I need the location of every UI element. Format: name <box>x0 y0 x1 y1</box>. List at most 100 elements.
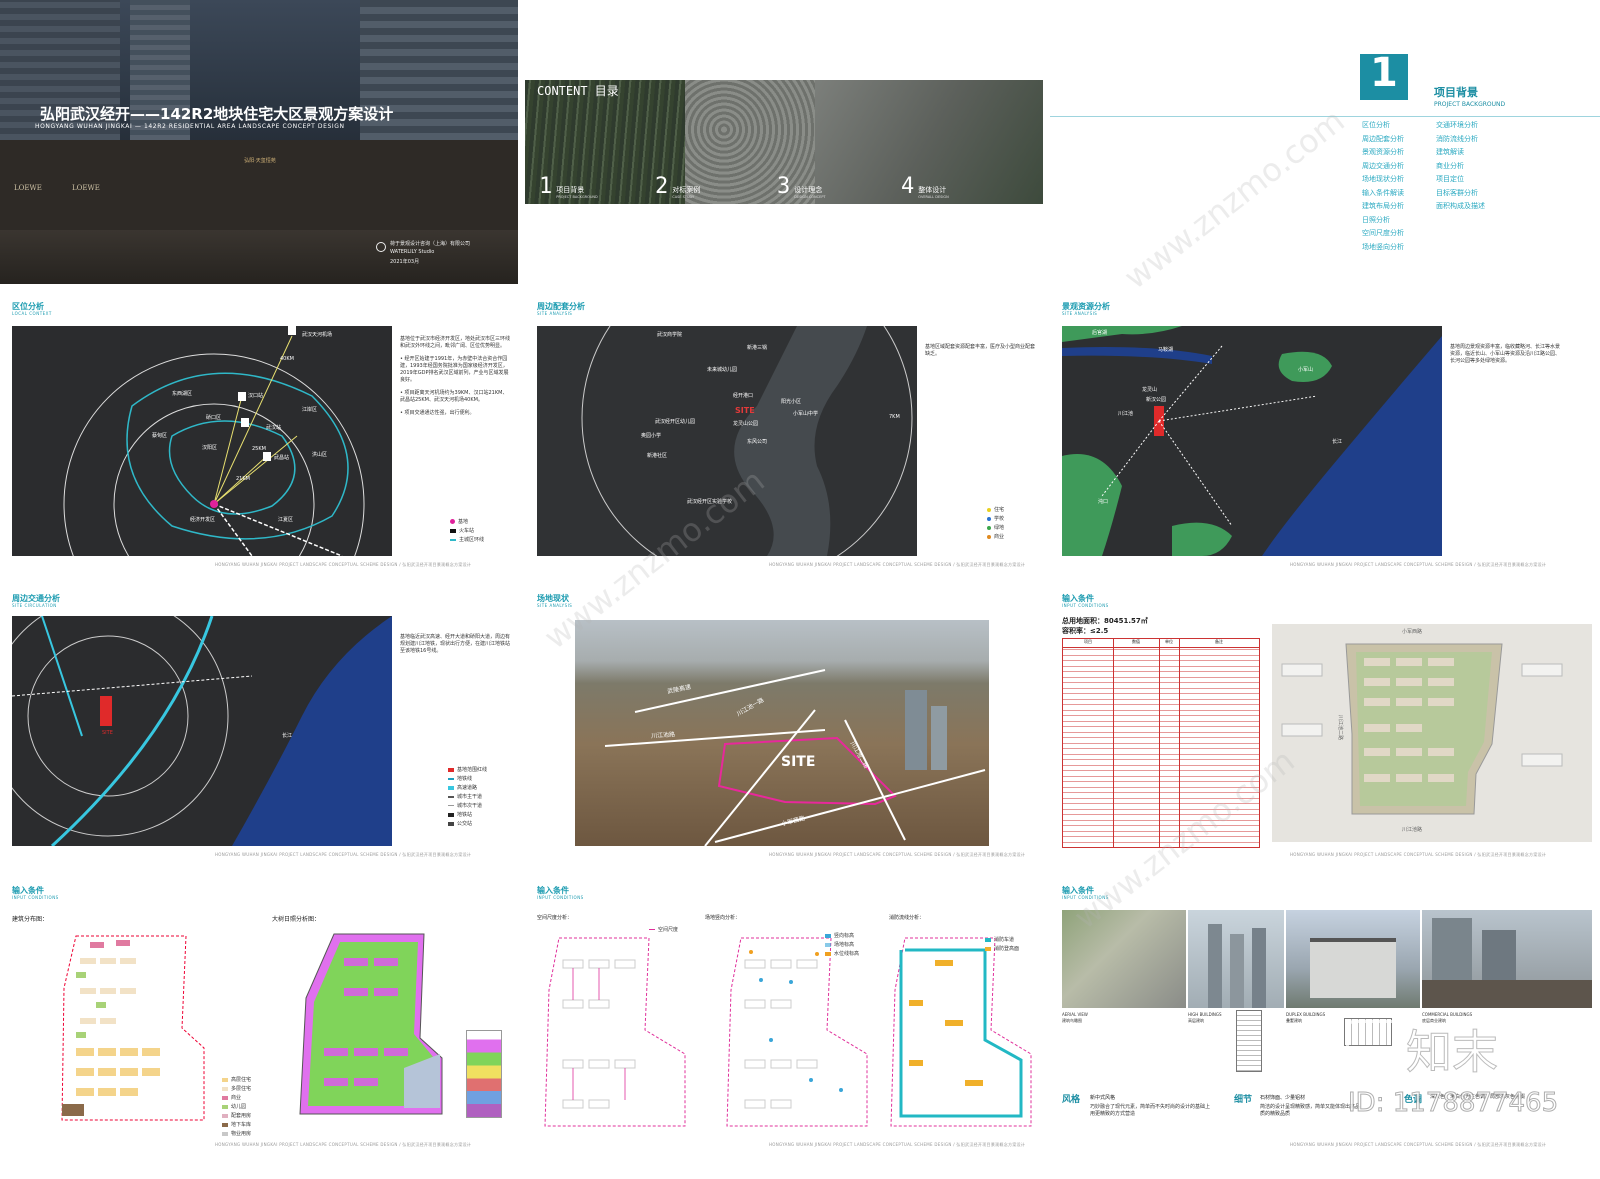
amenities-slide: 周边配套分析 SITE ANALYSIS 7KM SITE 武汉商学院 新港三锅… <box>525 296 1050 572</box>
contents-en-3: DESIGN CONCEPT <box>794 195 826 199</box>
input4-footer: HONGYANG WUHAN JINGKAI PROJECT LANDSCAPE… <box>1290 1142 1547 1147</box>
background-item[interactable]: 消防流线分析 <box>1436 133 1485 147</box>
input1-masterplan-svg <box>1281 643 1563 815</box>
legend-item: 消防登高面 <box>985 945 1019 952</box>
background-number: 1 <box>1370 50 1398 96</box>
input3-caption: 输入条件 <box>537 886 569 895</box>
location-label: 蔡甸区 <box>152 433 168 439</box>
input2-slide: 输入条件 INPUT CONDITIONS 建筑分布图： 大树日照分析图： 高层… <box>0 880 525 1156</box>
landscape-label: 马鞍湖 <box>1158 347 1174 353</box>
background-item[interactable]: 场地竖向分析 <box>1362 241 1404 255</box>
watermark-logo <box>1346 1020 1406 1078</box>
landscape-footer: HONGYANG WUHAN JINGKAI PROJECT LANDSCAPE… <box>1290 562 1547 567</box>
input3-footer: HONGYANG WUHAN JINGKAI PROJECT LANDSCAPE… <box>769 1142 1026 1147</box>
amenities-label: 新港三锅 <box>747 345 768 351</box>
contents-item-1[interactable]: 1 项目背景 PROJECT BACKGROUND <box>539 174 598 199</box>
landscape-slide: 景观资源分析 SITE ANALYSIS 后官湖 马鞍湖 长江 川江池 新汉公园… <box>1050 296 1600 572</box>
input3-legend-3: 消防车道 消防登高面 <box>985 936 1019 954</box>
cover-studio: WATERLILY Studio <box>390 249 435 255</box>
input2-plan2-title: 大树日照分析图： <box>272 916 321 923</box>
background-item[interactable]: 建筑解读 <box>1436 146 1485 160</box>
input4-sketch-building <box>1236 1010 1262 1072</box>
location-label: 东西湖区 <box>172 391 193 397</box>
landscape-label: 长江 <box>1332 439 1343 445</box>
site-aerial-svg <box>604 669 986 847</box>
background-item[interactable]: 周边配套分析 <box>1362 133 1404 147</box>
site-status-slide: 场地现状 SITE ANALYSIS 武陵高速 川江池一路 川江池路 川江池二路… <box>525 588 1050 864</box>
background-title: 项目背景 <box>1434 86 1478 99</box>
background-item[interactable]: 商业分析 <box>1436 160 1485 174</box>
location-label: 经济开发区 <box>190 517 216 523</box>
legend-item: 商业 <box>987 533 1004 540</box>
input4-style-desc: 巧妙融合了现代元素，简单而不失时尚的设计的基础上用更精致的方式营造 <box>1090 1104 1211 1117</box>
input3-plan-space <box>544 937 686 1127</box>
background-item[interactable]: 交通环境分析 <box>1436 119 1485 133</box>
input4-detail-title: 细节 <box>1234 1095 1253 1105</box>
location-label: 汉口站 <box>248 393 264 399</box>
background-item[interactable]: 面积构成及描述 <box>1436 200 1485 214</box>
legend-item: 水位线标高 <box>825 950 859 957</box>
input3-plan-fire <box>890 937 1032 1127</box>
amenities-label: 武汉经开区幼儿园 <box>655 419 696 425</box>
location-label: 江夏区 <box>278 517 294 523</box>
traffic-river-label: 长江 <box>282 733 293 739</box>
contents-en-4: OVERALL DESIGN <box>918 195 949 199</box>
background-item[interactable]: 日照分析 <box>1362 214 1404 228</box>
background-item[interactable]: 景观资源分析 <box>1362 146 1404 160</box>
background-item[interactable]: 项目定位 <box>1436 173 1485 187</box>
legend-item: 地下车库 <box>222 1121 251 1128</box>
contents-item-3[interactable]: 3 设计理念 DESIGN CONCEPT <box>777 174 826 199</box>
legend-item: 绿地 <box>987 524 1004 531</box>
traffic-legend: 基地范围红线 地铁线 高速道路 城市主干道 城市次干道 地铁站 公交站 <box>448 766 487 829</box>
contents-cn-1: 项目背景 <box>556 186 585 194</box>
legend-item: 商业 <box>222 1094 251 1101</box>
landscape-caption-en: SITE ANALYSIS <box>1062 311 1098 316</box>
input1-slide: 输入条件 INPUT CONDITIONS 总用地面积：80451.57㎡ 容积… <box>1050 588 1600 864</box>
input2-shadow-legend <box>466 1030 502 1118</box>
cover-shop-1: LOEWE <box>14 184 42 192</box>
input4-detail-desc: 简洁的设计呈现精致感，简单又能体现出高品质的精致品质 <box>1260 1104 1361 1117</box>
legend-item: 竖向标高 <box>825 932 859 939</box>
input3-caption-en: INPUT CONDITIONS <box>537 895 584 900</box>
input1-far: 容积率：≤2.5 <box>1062 627 1109 635</box>
amenities-caption: 周边配套分析 <box>537 302 585 311</box>
amenities-caption-en: SITE ANALYSIS <box>537 311 573 316</box>
legend-item: 高速道路 <box>448 784 487 791</box>
input2-caption: 输入条件 <box>12 886 44 895</box>
amenities-footer: HONGYANG WUHAN JINGKAI PROJECT LANDSCAPE… <box>769 562 1026 567</box>
background-item[interactable]: 周边交通分析 <box>1362 160 1404 174</box>
legend-item: 公交站 <box>448 820 487 827</box>
input4-photo-duplex <box>1286 910 1420 1008</box>
location-label: 江岸区 <box>302 407 318 413</box>
input4-photo-en: AERIAL VIEW <box>1062 1012 1088 1017</box>
background-item[interactable]: 输入条件解读 <box>1362 187 1404 201</box>
location-footer: HONGYANG WUHAN JINGKAI PROJECT LANDSCAPE… <box>215 562 472 567</box>
input1-table-col <box>1159 639 1160 847</box>
background-item[interactable]: 建筑布局分析 <box>1362 200 1404 214</box>
background-item[interactable]: 目标客群分析 <box>1436 187 1485 201</box>
input1-road-label: 川江池路 <box>1402 827 1423 833</box>
location-label: 武昌站 <box>274 455 290 461</box>
input2-plan2 <box>299 933 443 1115</box>
location-map: 武汉天河机场 东西湖区 硚口区 江岸区 汉阳区 蔡甸区 洪山区 江夏区 武昌站 … <box>12 326 392 572</box>
background-item[interactable]: 区位分析 <box>1362 119 1404 133</box>
background-item[interactable]: 场地现状分析 <box>1362 173 1404 187</box>
input4-photo-cn: 叠墅建筑 <box>1286 1018 1302 1023</box>
site-aerial-photo: 武陵高速 川江池一路 川江池路 川江池二路 小军西路 SITE <box>575 620 989 847</box>
background-item[interactable]: 空间尺度分析 <box>1362 227 1404 241</box>
contents-item-2[interactable]: 2 对标案例 CASE STUDY <box>655 174 700 199</box>
cover-shop-2: LOEWE <box>72 184 100 192</box>
location-label: 硚口区 <box>206 415 222 421</box>
site-road-label: 川江池路 <box>650 731 676 740</box>
input4-photo-commercial <box>1422 910 1592 1008</box>
amenities-label: 东风公司 <box>747 439 768 445</box>
landscape-map-svg <box>1062 326 1442 556</box>
legend-item: 场地标高 <box>825 941 859 948</box>
contents-item-4[interactable]: 4 整体设计 OVERALL DESIGN <box>901 174 949 199</box>
amenities-ring-label: 7KM <box>889 414 900 420</box>
cover-gate-sign: 弘阳·天玺恒苑 <box>244 158 276 164</box>
input2-plan1-title: 建筑分布图： <box>12 916 49 923</box>
traffic-map: 长江 SITE <box>0 595 392 848</box>
contents-cn-3: 设计理念 <box>794 186 823 194</box>
contents-heading: CONTENT 目录 <box>537 84 619 98</box>
